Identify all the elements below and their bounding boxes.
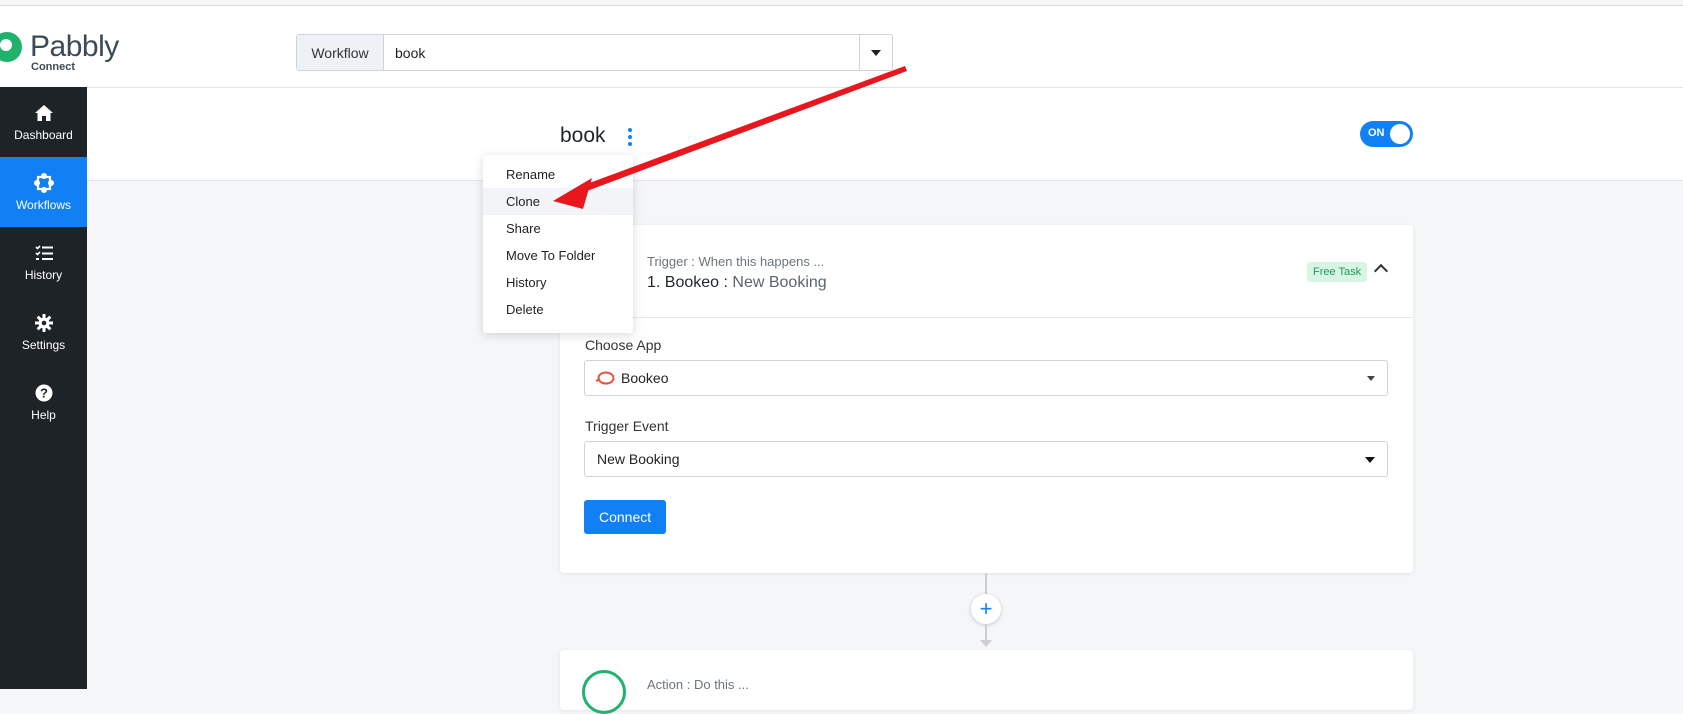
sidebar-item-dashboard[interactable]: Dashboard — [0, 87, 87, 157]
workflow-selector[interactable]: Workflow book — [296, 34, 893, 71]
sidebar-item-history[interactable]: History — [0, 227, 87, 297]
toggle-label: ON — [1368, 127, 1385, 139]
trigger-event-select[interactable]: New Booking — [584, 441, 1388, 477]
workflow-selector-value[interactable]: book — [384, 35, 859, 70]
trigger-card-header[interactable]: Trigger : When this happens ... 1. Booke… — [560, 225, 1413, 318]
free-task-badge: Free Task — [1307, 262, 1368, 282]
action-app-icon — [582, 670, 626, 714]
menu-item-rename[interactable]: Rename — [483, 161, 633, 188]
workflow-selector-label: Workflow — [297, 35, 384, 70]
sidebar-item-help[interactable]: ? Help — [0, 367, 87, 437]
trigger-step: 1. Bookeo : — [647, 274, 728, 291]
connector-line — [985, 573, 987, 595]
pabbly-logo-icon — [0, 32, 22, 62]
menu-item-share[interactable]: Share — [483, 215, 633, 242]
add-step-button[interactable]: + — [971, 594, 1001, 624]
action-card[interactable]: Action : Do this ... — [560, 650, 1413, 714]
caret-down-icon — [1365, 457, 1375, 463]
trigger-event-name: New Booking — [732, 274, 827, 291]
list-icon — [34, 243, 54, 263]
workflow-title-bar — [87, 88, 1683, 181]
chevron-up-icon[interactable] — [1373, 263, 1389, 279]
gear-icon — [34, 313, 54, 333]
connector-arrow-icon — [980, 640, 992, 647]
menu-item-delete[interactable]: Delete — [483, 296, 633, 323]
trigger-event-label: Trigger Event — [585, 418, 669, 434]
connector-line — [985, 624, 987, 641]
logo-text: Pabbly — [30, 30, 119, 63]
trigger-title: 1. Bookeo : New Booking — [647, 274, 827, 292]
logo-subtext: Connect — [31, 61, 75, 73]
workflow-icon — [33, 172, 54, 193]
sidebar-item-label: Dashboard — [14, 127, 73, 142]
workflow-options-menu: Rename Clone Share Move To Folder Histor… — [483, 155, 633, 333]
svg-text:?: ? — [40, 385, 48, 400]
choose-app-value: Bookeo — [621, 370, 669, 386]
action-subtitle: Action : Do this ... — [647, 677, 749, 692]
caret-down-icon — [1367, 376, 1375, 381]
top-header: Pabbly Connect Workflow book — [0, 6, 1683, 88]
sidebar-item-settings[interactable]: Settings — [0, 297, 87, 367]
caret-down-icon — [871, 49, 881, 56]
more-options-icon[interactable] — [627, 128, 633, 146]
trigger-card: Trigger : When this happens ... 1. Booke… — [560, 225, 1413, 573]
choose-app-select[interactable]: Bookeo — [584, 360, 1388, 396]
sidebar-item-workflows[interactable]: Workflows — [0, 157, 87, 227]
toggle-knob — [1390, 124, 1410, 144]
workflow-on-off-toggle[interactable]: ON — [1360, 121, 1413, 147]
menu-item-clone[interactable]: Clone — [483, 188, 633, 215]
sidebar-item-label: Settings — [21, 337, 66, 352]
sidebar-item-label: History — [24, 267, 63, 282]
sidebar: Dashboard Workflows History Settings ? H… — [0, 87, 87, 689]
sidebar-item-label: Workflows — [15, 197, 72, 212]
help-icon: ? — [34, 383, 54, 403]
sidebar-item-label: Help — [31, 407, 56, 422]
choose-app-label: Choose App — [585, 337, 662, 353]
trigger-event-value: New Booking — [597, 451, 680, 467]
workflow-selector-dropdown-button[interactable] — [859, 35, 892, 70]
bookeo-icon — [595, 368, 615, 388]
menu-item-move-to-folder[interactable]: Move To Folder — [483, 242, 633, 269]
workflow-title: book — [560, 124, 606, 147]
home-icon — [34, 103, 54, 123]
menu-item-history[interactable]: History — [483, 269, 633, 296]
connect-button[interactable]: Connect — [584, 500, 667, 534]
trigger-subtitle: Trigger : When this happens ... — [647, 254, 825, 269]
